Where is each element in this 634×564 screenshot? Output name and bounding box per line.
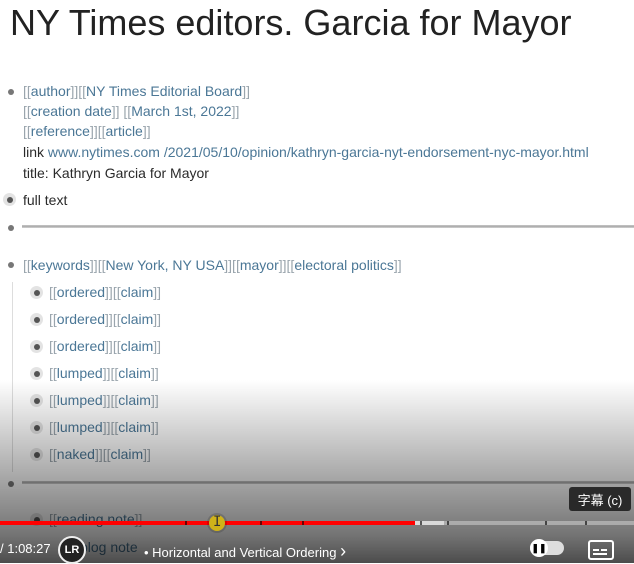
page-title: NY Times editors. Garcia for Mayor — [10, 2, 572, 43]
claim-kind-link[interactable]: naked — [57, 446, 95, 462]
claim-kind-link[interactable]: lumped — [57, 392, 103, 408]
article-url-link[interactable]: www.nytimes.com /2021/05/10/opinion/kath… — [48, 144, 589, 160]
chapter-marker — [185, 521, 187, 525]
pause-icon: ❚❚ — [530, 539, 548, 557]
chapter-marker — [420, 521, 422, 525]
collapsed-bullet[interactable] — [30, 286, 43, 299]
collapsed-bullet[interactable] — [30, 313, 43, 326]
chapter-marker — [545, 521, 547, 525]
author-line: [[author]][[NY Times Editorial Board]] — [23, 83, 250, 99]
claim-item: [[ordered]][[claim]] — [49, 338, 162, 354]
claim-kind-link[interactable]: lumped — [57, 365, 103, 381]
keywords-prop-link[interactable]: keywords — [31, 257, 90, 273]
blog-note-link[interactable]: blog note — [80, 539, 138, 555]
claim-kind-link[interactable]: ordered — [57, 284, 105, 300]
reference-prop-link[interactable]: reference — [31, 123, 90, 139]
link-line: link www.nytimes.com /2021/05/10/opinion… — [23, 143, 589, 161]
link-label: link — [23, 144, 45, 160]
indent-guide — [12, 282, 13, 472]
time-display: / 1:08:27 — [0, 541, 51, 556]
claim-tag-link[interactable]: claim — [118, 392, 151, 408]
author-value-link[interactable]: NY Times Editorial Board — [86, 83, 242, 99]
subtitles-tooltip: 字幕 (c) — [569, 487, 631, 511]
claim-tag-link[interactable]: claim — [121, 284, 154, 300]
creation-date-line: [[creation date]] [[March 1st, 2022]] — [23, 103, 240, 119]
subtitles-icon[interactable] — [588, 540, 614, 560]
collapsed-bullet[interactable] — [30, 367, 43, 380]
keyword-link[interactable]: New York, NY USA — [105, 257, 224, 273]
reference-line: [[reference]][[article]] — [23, 123, 151, 139]
autoplay-toggle[interactable]: ❚❚ — [530, 539, 564, 557]
claim-kind-link[interactable]: ordered — [57, 338, 105, 354]
chapter-marker — [302, 521, 304, 525]
reading-note-item: [[reading note]] — [49, 511, 143, 527]
chapter-marker — [447, 521, 449, 525]
collapsed-bullet[interactable] — [30, 448, 43, 461]
bullet[interactable] — [8, 89, 14, 95]
blog-note-item: blog note — [80, 538, 138, 556]
chevron-right-icon: › — [340, 541, 347, 561]
collapsed-bullet[interactable] — [30, 340, 43, 353]
claim-tag-link[interactable]: claim — [121, 338, 154, 354]
claim-tag-link[interactable]: claim — [118, 419, 151, 435]
collapsed-bullet[interactable] — [30, 421, 43, 434]
claim-tag-link[interactable]: claim — [121, 311, 154, 327]
title-property: title: Kathryn Garcia for Mayor — [23, 165, 209, 181]
claim-item: [[ordered]][[claim]] — [49, 284, 162, 300]
collapsed-bullet[interactable] — [3, 193, 16, 206]
creation-date-prop-link[interactable]: creation date — [31, 103, 112, 119]
claim-item: [[lumped]][[claim]] — [49, 419, 159, 435]
claim-item: [[lumped]][[claim]] — [49, 365, 159, 381]
horizontal-rule — [22, 481, 634, 484]
claim-item: [[lumped]][[claim]] — [49, 392, 159, 408]
claim-item: [[naked]][[claim]] — [49, 446, 151, 462]
horizontal-rule — [22, 225, 634, 228]
chapter-marker — [585, 521, 587, 525]
creation-date-value-link[interactable]: March 1st, 2022 — [131, 103, 231, 119]
bullet[interactable] — [8, 225, 14, 231]
keywords-line: [[keywords]][[New York, NY USA]][[mayor]… — [23, 257, 402, 273]
bullet[interactable] — [8, 262, 14, 268]
text-cursor-icon: I — [213, 514, 222, 530]
claim-kind-link[interactable]: ordered — [57, 311, 105, 327]
reference-value-link[interactable]: article — [106, 123, 143, 139]
collapsed-bullet[interactable] — [30, 394, 43, 407]
claim-item: [[ordered]][[claim]] — [49, 311, 162, 327]
claim-tag-link[interactable]: claim — [111, 446, 144, 462]
claim-kind-link[interactable]: lumped — [57, 419, 103, 435]
author-prop-link[interactable]: author — [31, 83, 71, 99]
bullet[interactable] — [8, 481, 14, 487]
chapter-title-button[interactable]: • Horizontal and Vertical Ordering › — [144, 541, 346, 562]
channel-avatar[interactable]: LR — [58, 536, 86, 564]
progress-played — [0, 521, 416, 525]
claim-tag-link[interactable]: claim — [118, 365, 151, 381]
keyword-link[interactable]: electoral politics — [294, 257, 394, 273]
chapter-title: • Horizontal and Vertical Ordering — [144, 545, 337, 560]
progress-bar[interactable] — [0, 521, 634, 525]
full-text-block[interactable]: full text — [23, 191, 67, 209]
chapter-marker — [260, 521, 262, 525]
keyword-link[interactable]: mayor — [240, 257, 279, 273]
